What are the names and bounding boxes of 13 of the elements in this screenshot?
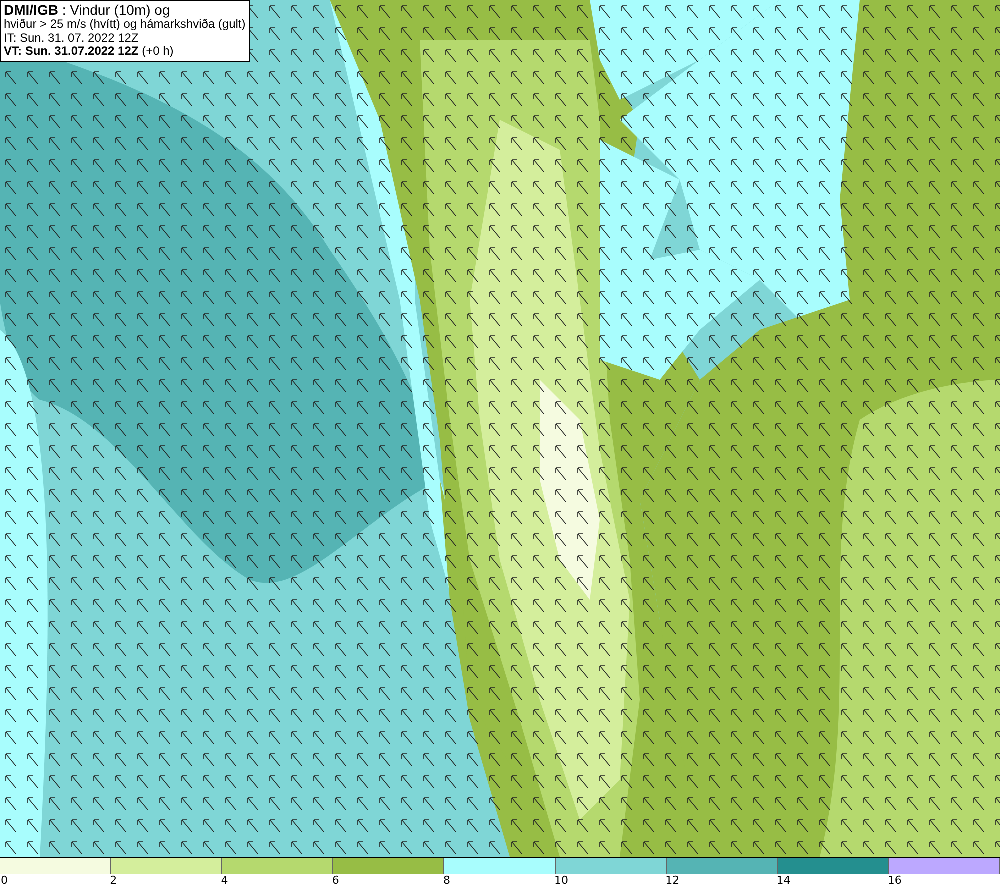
header-line: VT: Sun. 31.07.2022 12Z (+0 h) xyxy=(4,45,175,58)
legend-tick-label: 4 xyxy=(221,874,228,887)
legend-tick-label: 10 xyxy=(554,874,569,887)
header-line: DMI/IGB : Vindur (10m) og xyxy=(4,3,172,18)
header-line: IT: Sun. 31. 07. 2022 12Z xyxy=(4,32,140,45)
header-line: hviður > 25 m/s (hvítt) og hámarkshviða (gult) xyxy=(4,18,246,32)
legend-tick-label: 12 xyxy=(666,874,680,887)
legend-tick-label: 8 xyxy=(443,874,450,887)
legend-tick-label: 16 xyxy=(888,874,902,887)
legend-tick-label: 2 xyxy=(110,874,118,887)
legend-tick-label: 0 xyxy=(1,874,8,887)
legend-tick-label: 14 xyxy=(776,874,791,887)
legend-tick-label: 6 xyxy=(332,874,340,887)
